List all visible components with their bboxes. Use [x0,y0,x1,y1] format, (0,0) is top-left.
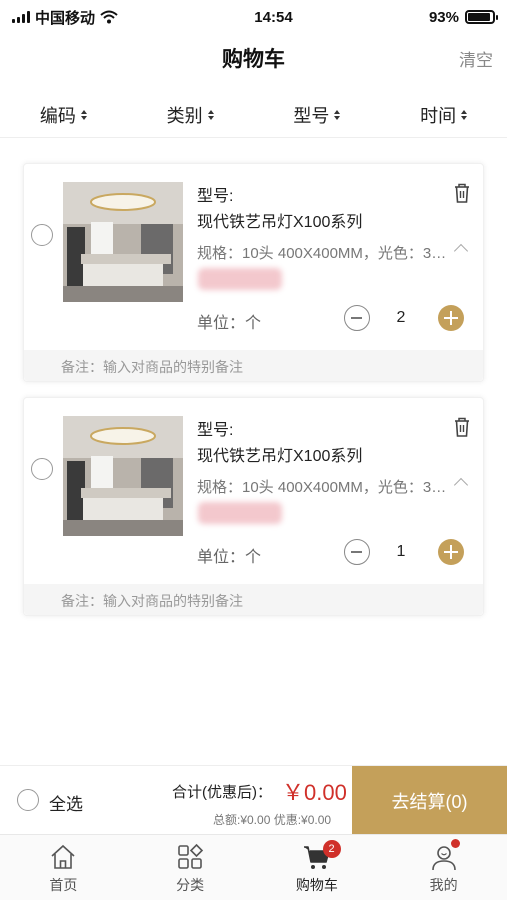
status-left: 中国移动 [12,7,118,28]
cart-count-badge: 2 [322,840,341,858]
home-icon [51,844,75,869]
tab-home[interactable]: 首页 [0,835,127,900]
redacted-price [198,502,282,524]
item-select-radio[interactable] [31,224,53,246]
sort-by-code[interactable]: 编码 [0,102,127,128]
tab-label: 首页 [49,877,78,893]
nav-bar: 购物车 清空 [0,34,507,82]
carrier-name: 中国移动 [35,9,96,27]
product-name: 现代铁艺吊灯X100系列 [197,214,363,231]
sort-label: 编码 [39,105,76,126]
cart-item-card: 型号: 现代铁艺吊灯X100系列 规格：10头 400X400MM，光色：300… [23,397,484,616]
sort-label: 类别 [166,105,203,126]
trash-icon[interactable] [452,416,472,438]
sort-by-time[interactable]: 时间 [380,102,507,128]
increase-quantity-button[interactable] [438,539,464,565]
sort-arrows-icon [334,109,341,120]
product-image [63,182,183,302]
category-icon [178,843,204,869]
unit-label: 单位：个 [197,549,262,566]
quantity-value: 2 [396,309,406,326]
cart-item-card: 型号: 现代铁艺吊灯X100系列 规格：10头 400X400MM，光色：300… [23,163,484,382]
product-name: 现代铁艺吊灯X100系列 [197,448,363,465]
quantity-value: 1 [396,543,406,560]
product-spec: 规格：10头 400X400MM，光色：3000K [197,245,447,262]
tab-category[interactable]: 分类 [127,835,254,900]
redacted-price [198,268,282,290]
checkout-button[interactable]: 去结算(0) [352,766,507,835]
page-title: 购物车 [222,48,285,71]
increase-quantity-button[interactable] [438,305,464,331]
tab-profile[interactable]: 我的 [380,835,507,900]
tab-label: 我的 [429,877,458,893]
total-value: ￥0.00 [282,780,347,805]
unit-label: 单位：个 [197,315,262,332]
status-right: 93% [428,8,498,26]
note-input[interactable]: 备注：输入对商品的特别备注 [24,584,483,615]
clear-button[interactable]: 清空 [459,46,493,71]
decrease-quantity-button[interactable] [344,305,370,331]
model-label: 型号: [197,422,234,439]
total-label: 合计(优惠后)： [172,784,272,801]
select-all-radio[interactable] [17,789,39,811]
sort-arrows-icon [80,109,87,120]
product-image [63,416,183,536]
product-spec: 规格：10头 400X400MM，光色：3000K [197,479,447,496]
status-time: 14:54 [254,8,293,26]
checkout-bar: 全选 合计(优惠后)： ￥0.00 总额:¥0.00 优惠:¥0.00 去结算(… [0,765,507,835]
wifi-icon [100,10,118,24]
notification-dot [451,839,461,848]
chevron-up-icon[interactable] [453,243,469,259]
sort-by-category[interactable]: 类别 [127,102,254,128]
sort-label: 时间 [420,105,457,126]
sort-arrows-icon [461,109,468,120]
note-input[interactable]: 备注：输入对商品的特别备注 [24,350,483,381]
sort-arrows-icon [207,109,214,120]
status-bar: 中国移动 14:54 93% [0,0,507,34]
signal-icon [12,11,30,23]
sort-label: 型号 [293,105,330,126]
decrease-quantity-button[interactable] [344,539,370,565]
tab-label: 购物车 [295,877,338,893]
sort-by-model[interactable]: 型号 [254,102,381,128]
tab-cart[interactable]: 2 购物车 [254,835,381,900]
battery-icon [464,10,498,24]
item-select-radio[interactable] [31,458,53,480]
sort-filter-bar: 编码 类别 型号 时间 [0,92,507,138]
chevron-up-icon[interactable] [453,477,469,493]
select-all-label: 全选 [49,795,83,814]
battery-percent: 93% [428,8,459,26]
trash-icon[interactable] [452,182,472,204]
model-label: 型号: [197,188,234,205]
subtotal-text: 总额:¥0.00 优惠:¥0.00 [213,813,332,827]
tab-label: 分类 [176,877,205,893]
bottom-tab-bar: 首页 分类 2 购物车 我的 [0,834,507,900]
